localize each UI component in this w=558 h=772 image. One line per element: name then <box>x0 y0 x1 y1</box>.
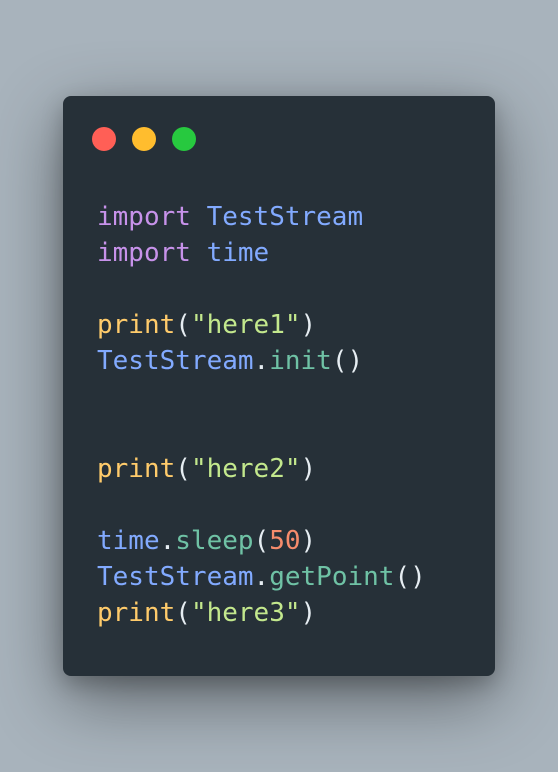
code-token: . <box>159 526 176 556</box>
code-token: time <box>97 526 160 556</box>
code-token: time <box>206 238 270 268</box>
code-token: "here2" <box>190 454 301 484</box>
code-token: print <box>97 310 176 340</box>
code-line: TestStream.getPoint() <box>97 559 426 595</box>
code-line: import time <box>97 235 426 271</box>
code-line: print("here1") <box>97 307 426 343</box>
code-token: init <box>269 346 332 376</box>
window-controls <box>92 127 196 151</box>
code-token: ) <box>300 310 317 340</box>
code-token: getPoint <box>269 562 395 592</box>
code-token: ( <box>253 526 270 556</box>
code-line: TestStream.init() <box>97 343 426 379</box>
zoom-dot-icon[interactable] <box>172 127 196 151</box>
code-token: import <box>97 202 191 232</box>
code-token: 50 <box>269 526 301 556</box>
code-token: print <box>97 454 176 484</box>
code-token: sleep <box>175 526 254 556</box>
code-token: ) <box>300 454 317 484</box>
code-token: ) <box>300 526 317 556</box>
code-token: "here1" <box>190 310 301 340</box>
code-line: print("here3") <box>97 595 426 631</box>
code-line: print("here2") <box>97 451 426 487</box>
code-token: ( <box>175 598 191 628</box>
code-token: () <box>394 562 426 592</box>
code-token: print <box>97 598 176 628</box>
minimize-dot-icon[interactable] <box>132 127 156 151</box>
code-token: TestStream <box>206 202 364 232</box>
code-token: TestStream <box>97 562 254 592</box>
code-token: ( <box>175 310 191 340</box>
code-token: . <box>253 346 270 376</box>
code-line: import TestStream <box>97 199 426 235</box>
code-token: () <box>331 346 364 376</box>
code-token: "here3" <box>190 598 301 628</box>
code-token: ( <box>175 454 191 484</box>
close-dot-icon[interactable] <box>92 127 116 151</box>
code-window: import TestStream import time print("here1… <box>63 96 495 676</box>
code-token: import <box>97 238 191 268</box>
code-token: ) <box>300 598 317 628</box>
code-token: TestStream <box>97 346 254 376</box>
code-block: import TestStream import time print("here1… <box>97 199 426 631</box>
code-line: time.sleep(50) <box>97 523 426 559</box>
code-token: . <box>253 562 270 592</box>
